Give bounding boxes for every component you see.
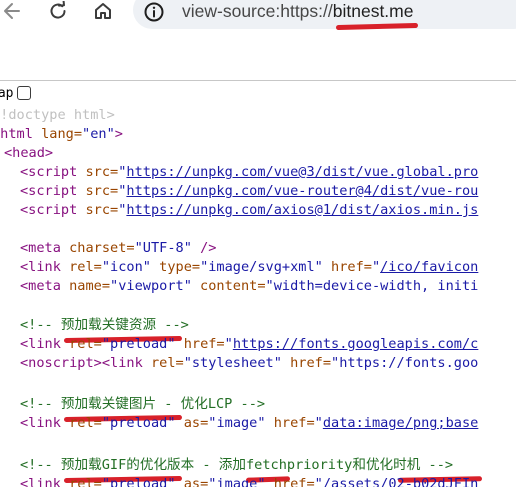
attr-value: "icon": [101, 259, 151, 275]
tag-name: <script: [20, 202, 78, 218]
attr-value: "preload": [101, 415, 176, 431]
line-wrap-control: rap: [0, 84, 32, 102]
source-view: <!doctype html> <html lang="en"> <head> …: [0, 106, 516, 487]
attr-name: as=: [175, 476, 209, 487]
attr-name: lang=: [32, 126, 83, 142]
address-bar[interactable]: view-source:https://bitnest.me: [133, 0, 516, 29]
tag-name: <noscript>: [20, 355, 102, 371]
attr-name: content=: [191, 278, 266, 294]
tag-name: <script: [20, 164, 78, 180]
attr-value: "viewport": [110, 278, 192, 294]
attr-name: rel=: [142, 355, 184, 371]
source-line: <link rel="preload" href="https://fonts.…: [20, 335, 478, 354]
url-host: bitnest.me: [332, 1, 414, 21]
source-line: <script src="https://unpkg.com/vue-route…: [20, 182, 478, 201]
browser-toolbar: view-source:https://bitnest.me: [0, 0, 516, 44]
home-button[interactable]: [90, 0, 116, 22]
attr-name: rel=: [60, 259, 102, 275]
attr-quote: ": [371, 259, 381, 275]
source-line: <link rel="preload" as="image" href="/as…: [20, 475, 478, 487]
source-line: <html lang="en">: [0, 126, 123, 142]
html-comment: <!-- 预加载关键资源 -->: [20, 317, 189, 333]
tag-name: <script: [20, 183, 78, 199]
back-button[interactable]: [0, 0, 26, 22]
source-line: <noscript><link rel="stylesheet" href="h…: [20, 354, 478, 373]
html-comment: <!-- 预加载GIF的优化版本 - 添加fetchpriority和优化时机 …: [20, 457, 454, 473]
attr-name: rel=: [60, 415, 102, 431]
attr-name: name=: [60, 278, 111, 294]
tag-name: tml: [8, 126, 33, 142]
back-arrow-icon: [4, 3, 20, 19]
annotation-underline-url: [335, 22, 419, 31]
source-link[interactable]: https://unpkg.com/vue-router@4/dist/vue-…: [126, 183, 478, 199]
attr-value: "https://fonts.goo: [331, 355, 479, 371]
tag-close: />: [191, 240, 217, 256]
attr-name: href=: [265, 476, 315, 487]
attr-value: "image/svg+xml": [200, 259, 323, 275]
source-line: <link rel="icon" type="image/svg+xml" hr…: [20, 258, 478, 277]
tag-name: <link: [20, 336, 61, 352]
site-info-button[interactable]: [143, 1, 165, 23]
source-line: <meta charset="UTF-8" />: [20, 239, 216, 258]
tag-name: <meta: [20, 240, 61, 256]
attr-name: src=: [77, 164, 119, 180]
attr-name: src=: [77, 183, 119, 199]
attr-name: href=: [281, 355, 332, 371]
html-comment: <!-- 预加载关键图片 - 优化LCP -->: [20, 396, 266, 412]
url-text[interactable]: view-source:https://bitnest.me: [182, 0, 413, 23]
tag-close: >: [114, 126, 123, 142]
attr-name: src=: [77, 202, 119, 218]
attr-quote: ": [224, 336, 233, 352]
attr-name: rel=: [60, 336, 102, 352]
tag-name: <link: [20, 476, 61, 487]
doctype-text: doctype html>: [8, 107, 115, 123]
attr-name: href=: [175, 336, 225, 352]
source-link[interactable]: /ico/favicon: [380, 259, 478, 275]
source-line: <script src="https://unpkg.com/vue@3/dis…: [20, 163, 478, 182]
attr-value: "image": [208, 415, 266, 431]
tag-name: <link: [20, 259, 61, 275]
site-info-icon: [144, 2, 164, 22]
source-link[interactable]: data:image/png;base: [323, 415, 479, 431]
attr-quote: ": [314, 476, 323, 487]
reload-button[interactable]: [45, 0, 71, 22]
attr-value: "stylesheet": [183, 355, 282, 371]
reload-icon: [50, 1, 66, 19]
attr-name: href=: [265, 415, 315, 431]
attr-name: as=: [175, 415, 209, 431]
attr-name: rel=: [60, 476, 102, 487]
source-line: <!-- 预加载GIF的优化版本 - 添加fetchpriority和优化时机 …: [20, 456, 453, 475]
attr-value: "preload": [101, 476, 176, 487]
attr-value: "en": [82, 126, 115, 142]
source-link[interactable]: /assets/02-b02dJFIn: [323, 476, 479, 487]
source-line: <!-- 预加载关键图片 - 优化LCP -->: [20, 395, 265, 414]
home-icon: [95, 3, 111, 19]
tag-name: <link: [20, 415, 61, 431]
attr-name: charset=: [60, 240, 135, 256]
tag-name: <meta: [20, 278, 61, 294]
source-link[interactable]: https://unpkg.com/axios@1/dist/axios.min…: [126, 202, 478, 218]
toolbar-divider: [0, 80, 516, 81]
url-prefix: view-source:https://: [182, 1, 333, 21]
tag-name: <head>: [4, 145, 54, 161]
source-line: <!-- 预加载关键资源 -->: [20, 316, 189, 335]
attr-value: "preload": [101, 336, 176, 352]
source-line: <meta name="viewport" content="width=dev…: [20, 277, 478, 296]
line-wrap-label: rap: [0, 85, 14, 101]
attr-name: href=: [322, 259, 372, 275]
attr-quote: ": [314, 415, 323, 431]
attr-value: "UTF-8": [134, 240, 192, 256]
source-line: <link rel="preload" as="image" href="dat…: [20, 414, 478, 433]
line-wrap-checkbox[interactable]: [17, 86, 32, 100]
source-line: <!doctype html>: [0, 107, 115, 123]
attr-value: "width=device-width, initi: [265, 278, 479, 294]
tag-name: <link: [101, 355, 143, 371]
source-line: <head>: [4, 144, 53, 163]
source-line: <script src="https://unpkg.com/axios@1/d…: [20, 201, 478, 220]
attr-value: "image": [208, 476, 266, 487]
source-link[interactable]: https://unpkg.com/vue@3/dist/vue.global.…: [126, 164, 478, 180]
attr-name: type=: [150, 259, 201, 275]
source-link[interactable]: https://fonts.googleapis.com/c: [233, 336, 479, 352]
